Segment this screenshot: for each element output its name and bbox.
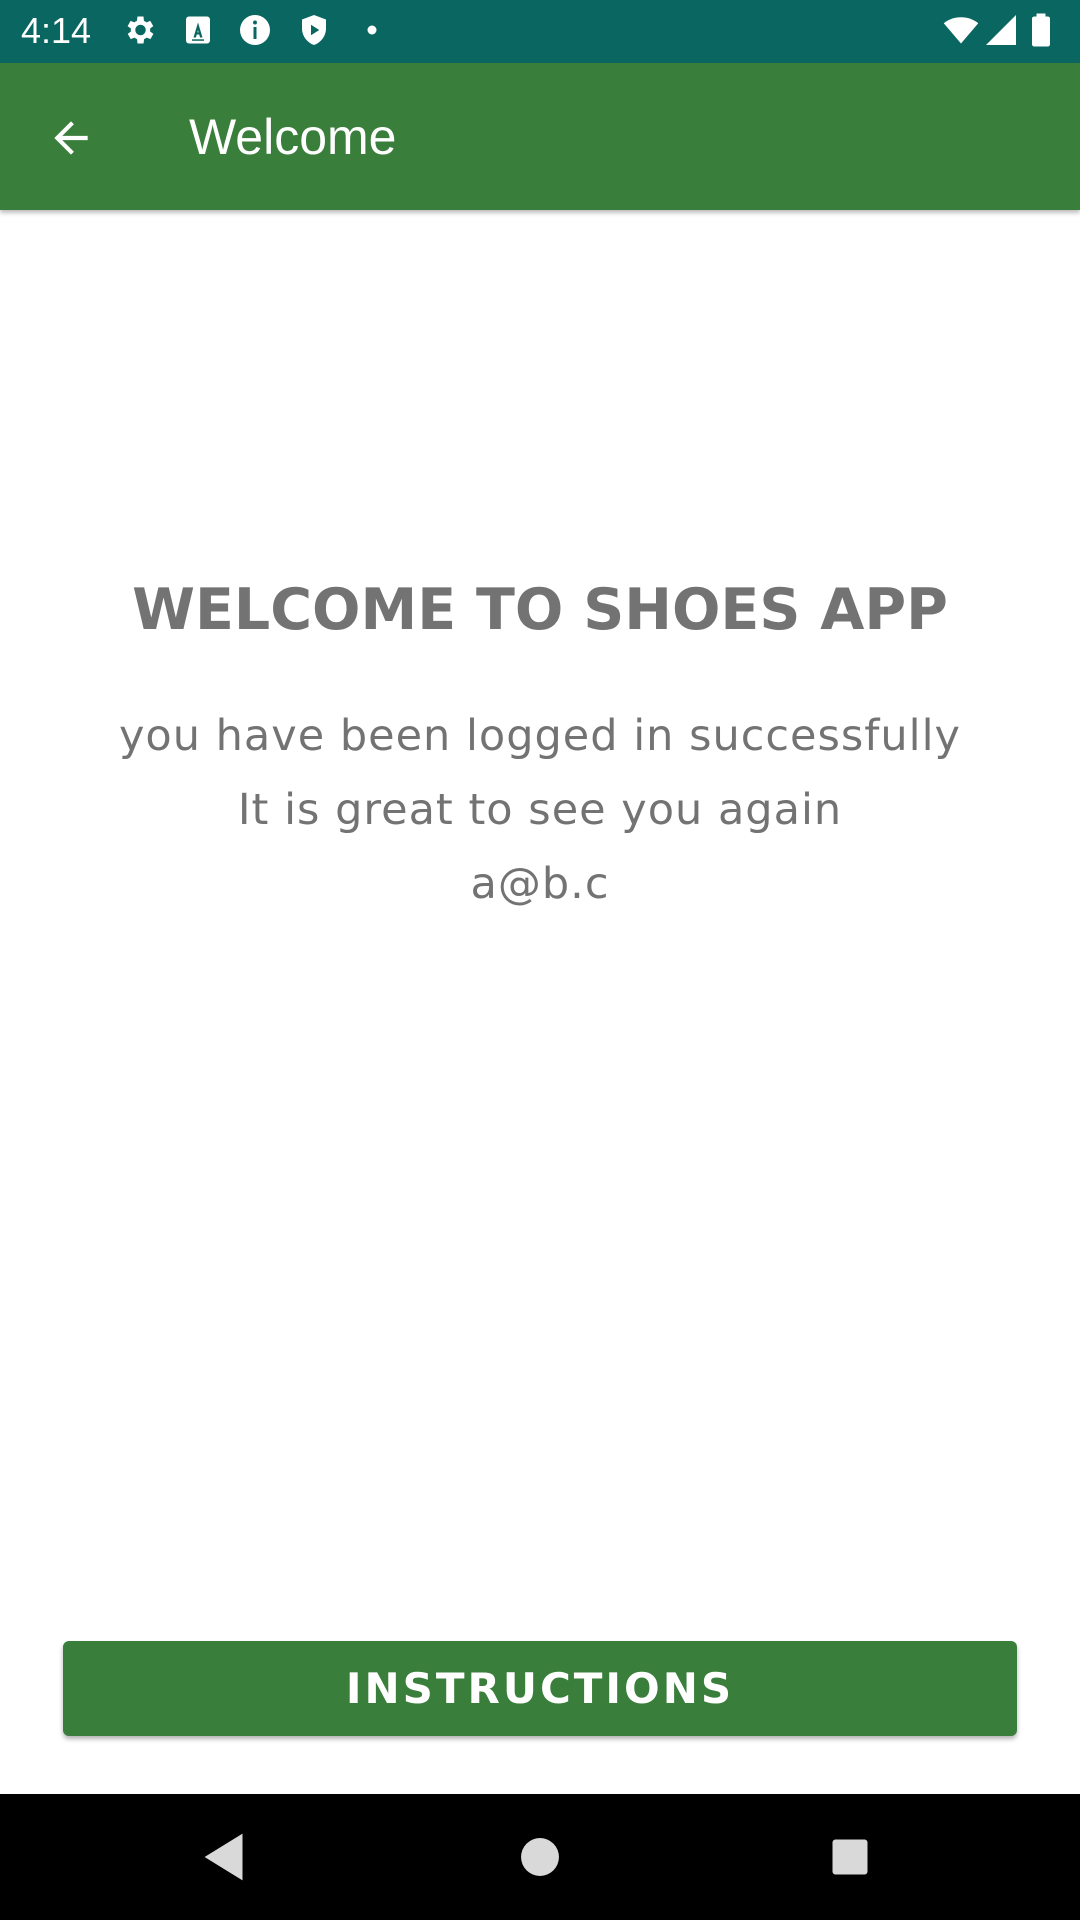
status-bar: 4:14 (0, 0, 1080, 63)
shield-play-icon (296, 12, 332, 48)
font-a-icon (180, 12, 216, 48)
greeting-message: It is great to see you again (237, 785, 843, 835)
arrow-left-icon (54, 121, 88, 155)
nav-home-button[interactable] (505, 1822, 575, 1892)
settings-icon (121, 12, 157, 48)
status-time: 4:14 (21, 10, 92, 51)
system-nav-bar (0, 1794, 1080, 1920)
screen: 4:14 Welcome WELCOME TO SHOES APP you ha… (0, 0, 1080, 1920)
signal-icon (983, 12, 1019, 48)
wifi-icon (943, 12, 979, 48)
app-bar: Welcome (0, 63, 1080, 210)
instructions-button[interactable]: INSTRUCTIONS (63, 1641, 1017, 1736)
info-icon (237, 12, 273, 48)
nav-recents-button[interactable] (815, 1822, 885, 1892)
back-triangle-icon (204, 1833, 243, 1881)
dot-icon (354, 12, 390, 48)
recents-square-icon (832, 1839, 868, 1875)
user-email: a@b.c (470, 859, 610, 909)
battery-icon (1030, 12, 1054, 48)
login-success-message: you have been logged in successfully (118, 711, 962, 761)
back-button[interactable] (36, 108, 108, 168)
nav-back-button[interactable] (190, 1822, 260, 1892)
welcome-heading: WELCOME TO SHOES APP (132, 577, 948, 643)
page-title: Welcome (189, 109, 397, 165)
home-circle-icon (521, 1838, 559, 1876)
